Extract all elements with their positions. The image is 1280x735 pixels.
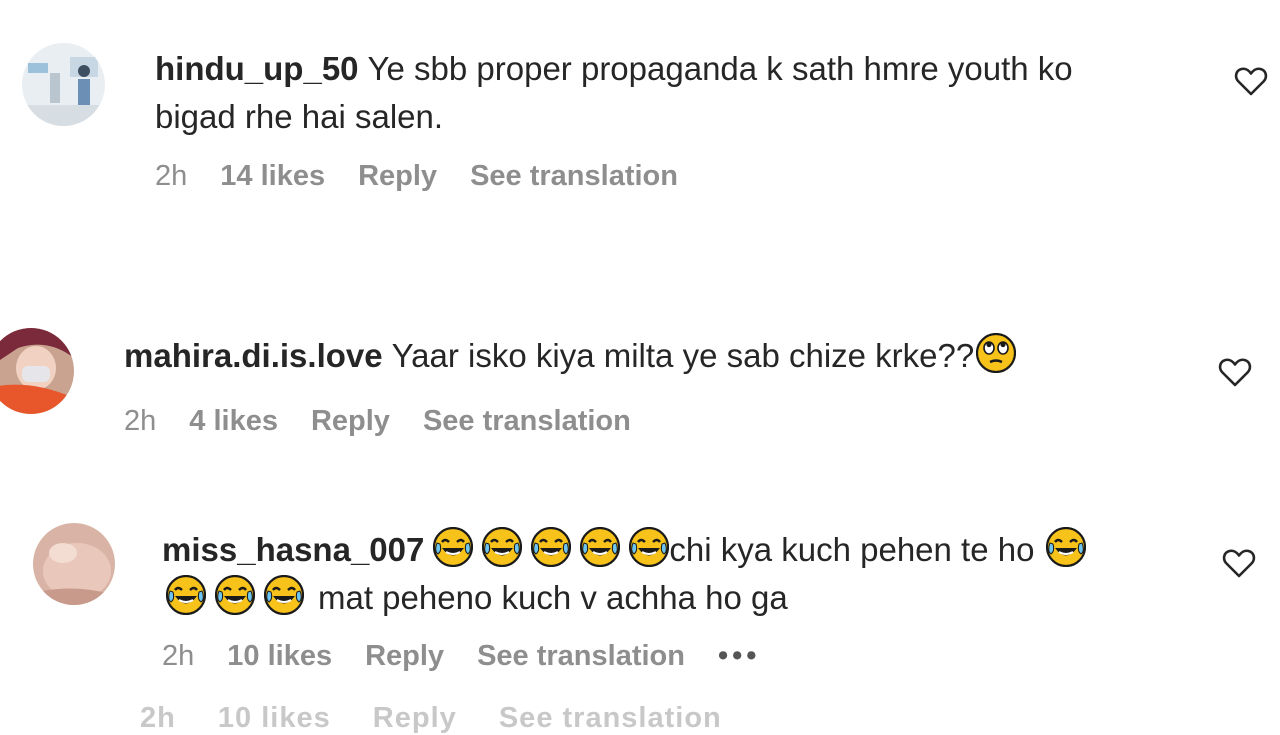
reply-button[interactable]: Reply <box>365 640 444 673</box>
tears-of-joy-emoji-icon <box>215 575 255 615</box>
comment-body-line: Yaar isko kiya milta ye sab chize krke?? <box>391 337 975 374</box>
more-options-icon[interactable]: ••• <box>718 640 760 673</box>
rolling-eyes-emoji-icon <box>976 333 1016 373</box>
comment-meta: 2h 14 likes Reply See translation <box>155 160 711 193</box>
comment-text-line2: mat peheno kuch v achha ho ga <box>166 574 788 622</box>
cutoff-comment-meta: 2h 10 likes Reply See translation <box>140 702 755 735</box>
timestamp: 2h <box>140 702 176 734</box>
comment-body-line: chi kya kuch pehen te ho <box>669 531 1035 568</box>
see-translation-button[interactable]: See translation <box>477 640 685 673</box>
tears-of-joy-emoji-icon <box>629 527 669 567</box>
tears-of-joy-emoji-icon <box>166 575 206 615</box>
avatar[interactable] <box>22 43 105 126</box>
likes-count[interactable]: 4 likes <box>189 405 278 438</box>
likes-count[interactable]: 10 likes <box>227 640 332 673</box>
tears-of-joy-emoji-icon <box>433 527 473 567</box>
timestamp[interactable]: 2h <box>162 640 194 673</box>
timestamp[interactable]: 2h <box>155 160 187 193</box>
tears-of-joy-emoji-icon <box>531 527 571 567</box>
see-translation-button[interactable]: See translation <box>423 405 631 438</box>
reply-button[interactable]: Reply <box>358 160 437 193</box>
avatar[interactable] <box>33 523 115 605</box>
reply-button[interactable]: Reply <box>311 405 390 438</box>
username-link[interactable]: mahira.di.is.love <box>124 337 383 374</box>
comment-text: hindu_up_50 Ye sbb proper propaganda k sa… <box>155 45 1073 93</box>
avatar[interactable] <box>0 328 74 414</box>
tears-of-joy-emoji-icon <box>1046 527 1086 567</box>
comment-meta: 2h 4 likes Reply See translation <box>124 405 664 438</box>
comment-text: miss_hasna_007 chi kya kuch pehen te ho <box>162 526 1095 574</box>
tears-of-joy-emoji-icon <box>580 527 620 567</box>
username-link[interactable]: hindu_up_50 <box>155 50 359 87</box>
likes-count[interactable]: 14 likes <box>220 160 325 193</box>
comment-body-line: Ye sbb proper propaganda k sath hmre you… <box>367 50 1073 87</box>
see-translation-button: See translation <box>498 702 722 734</box>
comment-meta: 2h 10 likes Reply See translation ••• <box>162 640 793 673</box>
see-translation-button[interactable]: See translation <box>470 160 678 193</box>
tears-of-joy-emoji-icon <box>482 527 522 567</box>
like-heart-icon[interactable] <box>1222 548 1256 578</box>
timestamp[interactable]: 2h <box>124 405 156 438</box>
likes-count: 10 likes <box>217 702 331 734</box>
comment-body-line: mat peheno kuch v achha ho ga <box>318 579 788 616</box>
username-link[interactable]: miss_hasna_007 <box>162 531 424 568</box>
tears-of-joy-emoji-icon <box>264 575 304 615</box>
comment-text: mahira.di.is.love Yaar isko kiya milta ye… <box>124 332 1025 380</box>
comment-body-line: bigad rhe hai salen. <box>155 98 444 135</box>
like-heart-icon[interactable] <box>1234 66 1268 96</box>
reply-button: Reply <box>372 702 457 734</box>
like-heart-icon[interactable] <box>1218 357 1252 387</box>
